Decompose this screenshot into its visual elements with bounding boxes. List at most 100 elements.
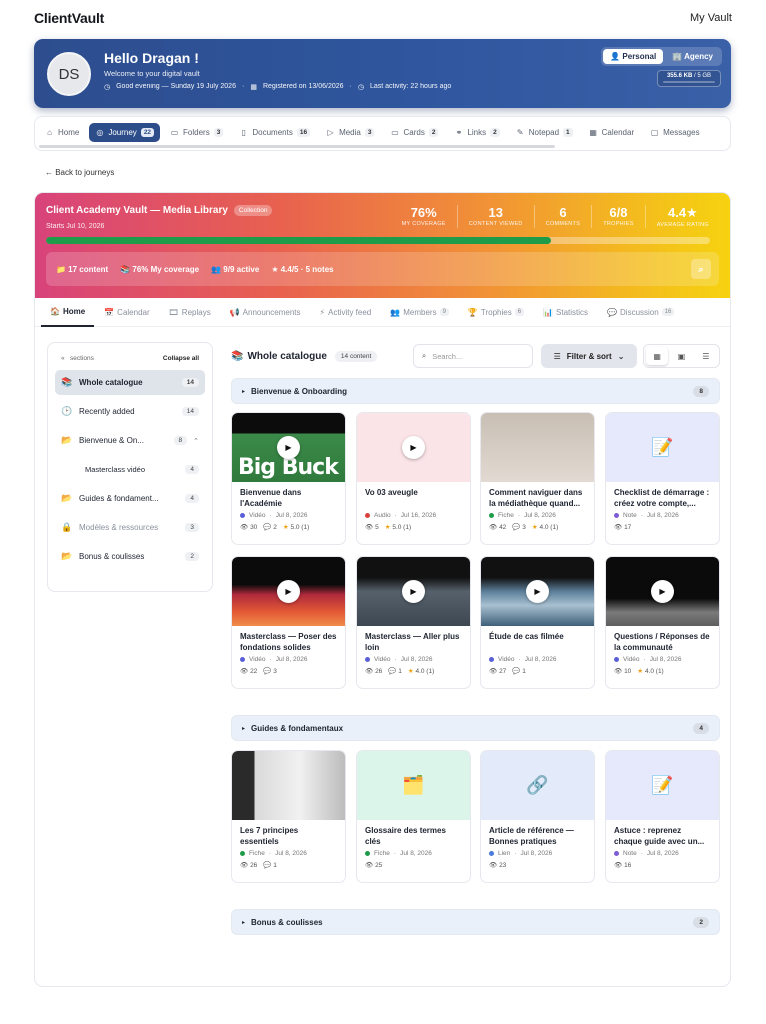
banner-search-button[interactable]: ⌕ — [691, 259, 711, 279]
activity-icon: ◷ — [357, 84, 364, 91]
card-meta: Note · Jul 8, 2026 — [606, 847, 719, 857]
chevron-icon: ▸ — [242, 919, 246, 926]
play-icon[interactable]: ▶ — [651, 580, 674, 603]
sidebar-item-guides-fondament[interactable]: 📂 Guides & fondament... 4 — [55, 486, 205, 511]
activity-feed-icon: ⚡ — [319, 307, 326, 317]
tab-notepad[interactable]: ✎ Notepad 1 — [510, 123, 579, 142]
comments-count: 💬 2 — [263, 523, 277, 531]
media-card[interactable]: 📝 Checklist de démarrage : créez votre co… — [605, 412, 720, 545]
grid-view-icon[interactable]: ▦ — [646, 347, 669, 365]
play-icon[interactable]: ▶ — [402, 436, 425, 459]
subtab-label: Replays — [181, 307, 211, 317]
tab-label: Calendar — [601, 127, 635, 137]
sidebar-item-modeles-ressources[interactable]: 🔒 Modèles & ressources 3 — [55, 515, 205, 540]
subtab-statistics[interactable]: 📊 Statistics — [534, 298, 597, 327]
calendar-icon: 📅 — [104, 307, 115, 317]
tab-documents[interactable]: ▯ Documents 16 — [233, 123, 316, 142]
brand-logo[interactable]: ClientVault — [34, 10, 104, 26]
subtab-announcements[interactable]: 📢 Announcements — [221, 298, 310, 327]
subtab-label: Members — [403, 307, 437, 317]
subtab-members[interactable]: 👥 Members 9 — [381, 298, 458, 327]
media-card[interactable]: ▶ Vo 03 aveugle Audio · Jul 16, 2026 👁 5 ★ 5.0… — [356, 412, 471, 545]
image-view-icon[interactable]: ▣ — [670, 347, 692, 365]
views-value: 10 — [624, 668, 632, 675]
tab-journey[interactable]: ◎ Journey 22 — [89, 122, 161, 142]
sidebar-item-recently-added[interactable]: 🕑 Recently added 14 — [55, 399, 205, 424]
collapse-all-button[interactable]: Collapse all — [163, 355, 199, 362]
play-icon[interactable]: ▶ — [402, 580, 425, 603]
media-card[interactable]: 📝 Astuce : reprenez chaque guide avec un.… — [605, 750, 720, 883]
sidebar-item-masterclass-video[interactable]: Masterclass vidéo 4 — [55, 457, 205, 482]
subtab-trophies[interactable]: 🏆 Trophies 6 — [459, 298, 533, 327]
sidebar-item-bienvenue-on[interactable]: 📂 Bienvenue & On... 8 ⌃ — [55, 428, 205, 453]
subtab-discussion[interactable]: 💬 Discussion 16 — [598, 298, 683, 327]
play-icon[interactable]: ▶ — [277, 580, 300, 603]
card-thumbnail: Big Buck ▶ — [232, 413, 345, 482]
list-view-icon[interactable]: ☰ — [695, 347, 717, 365]
subtab-activity-feed[interactable]: ⚡ Activity feed — [311, 298, 381, 327]
view-switcher: ▦ ▣ ☰ — [643, 344, 720, 368]
sidebar-item-whole-catalogue[interactable]: 📚 Whole catalogue 14 — [55, 370, 205, 395]
subtab-calendar[interactable]: 📅 Calendar — [95, 298, 158, 327]
media-card[interactable]: 🔗 Article de référence — Bonnes pratiques… — [480, 750, 595, 883]
tab-calendar[interactable]: ▦ Calendar — [583, 123, 640, 142]
card-meta: Vidéo · Jul 8, 2026 — [232, 653, 345, 663]
media-card[interactable]: ▶ Étude de cas filmée Vidéo · Jul 8, 2026 👁 2… — [480, 556, 595, 689]
stat-value: 6/8 — [609, 205, 628, 220]
media-card[interactable]: Comment naviguer dans la médiathèque qua… — [480, 412, 595, 545]
avatar[interactable]: DS — [47, 52, 91, 96]
views-count: 👁 30 — [240, 523, 257, 531]
play-icon[interactable]: ▶ — [277, 436, 300, 459]
media-card[interactable]: Big Buck ▶ Bienvenue dans l'Académie Vidéo ·… — [231, 412, 346, 545]
eye-icon: 👁 — [365, 668, 376, 675]
sidebar-item-bonus-coulisses[interactable]: 📂 Bonus & coulisses 2 — [55, 544, 205, 569]
eye-icon: 👁 — [365, 524, 376, 531]
sidebar-item-count: 14 — [181, 378, 199, 387]
comments-count: 💬 1 — [512, 667, 526, 675]
tab-folders[interactable]: ▭ Folders 3 — [164, 123, 229, 142]
card-type: Fiche — [498, 512, 514, 519]
card-stats: 👁 26 💬 1 — [232, 857, 345, 869]
card-title: Masterclass — Poser des fondations solid… — [240, 632, 337, 652]
tab-media[interactable]: ▷ Media 3 — [320, 123, 380, 142]
filter-sort-button[interactable]: ☰ Filter & sort ⌄ — [541, 344, 637, 368]
media-card[interactable]: ▶ Questions / Réponses de la communauté Vi… — [605, 556, 720, 689]
back-to-journeys-link[interactable]: ← Back to journeys — [45, 168, 114, 177]
card-date: Jul 8, 2026 — [649, 656, 682, 663]
tab-links[interactable]: ⚭ Links 2 — [448, 123, 505, 142]
tab-home[interactable]: ⌂ Home — [39, 123, 85, 142]
tabs-scrollbar[interactable] — [39, 145, 555, 148]
sidebar-item-label: Bonus & coulisses — [79, 552, 145, 561]
card-thumbnail: 📝 — [606, 413, 719, 482]
media-card[interactable]: ▶ Masterclass — Poser des fondations soli… — [231, 556, 346, 689]
media-card[interactable]: 🗂️ Glossaire des termes clés Fiche · Jul 8, … — [356, 750, 471, 883]
play-icon[interactable]: ▶ — [526, 580, 549, 603]
views-value: 42 — [499, 524, 507, 531]
comments-count: 💬 3 — [263, 667, 277, 675]
section-header-guides-fondamentaux[interactable]: ▸ Guides & fondamentaux 4 — [231, 715, 720, 741]
tab-messages[interactable]: ▢ Messages — [644, 123, 705, 142]
section-header-bonus-coulisses[interactable]: ▸ Bonus & coulisses 2 — [231, 909, 720, 935]
subtab-label: Calendar — [117, 307, 150, 317]
tab-cards[interactable]: ▭ Cards 2 — [384, 123, 444, 142]
eye-icon: 👁 — [240, 862, 251, 869]
comment-icon: 💬 — [388, 668, 399, 675]
media-card[interactable]: Les 7 principes essentiels Fiche · Jul 8, 2… — [231, 750, 346, 883]
announcements-icon: 📢 — [229, 307, 240, 317]
mode-agency-button[interactable]: 🏢 Agency — [665, 49, 720, 64]
card-title: Masterclass — Aller plus loin — [365, 632, 460, 652]
subtab-count: 6 — [514, 308, 525, 316]
meta-separator: · — [394, 656, 397, 663]
catalogue-search-input[interactable]: ⌕ Search... — [413, 344, 533, 368]
section-header-bienvenue-onboarding[interactable]: ▸ Bienvenue & Onboarding 8 — [231, 378, 720, 404]
card-type: Lien — [498, 850, 511, 857]
meta-separator: · — [517, 512, 521, 519]
media-card[interactable]: ▶ Masterclass — Aller plus loin Vidéo · Jul … — [356, 556, 471, 689]
my-vault-link[interactable]: My Vault — [690, 12, 732, 24]
chevron-up-icon[interactable]: ⌃ — [193, 437, 199, 445]
subtab-home[interactable]: 🏠 Home — [41, 298, 95, 327]
sections-header[interactable]: « sections — [61, 355, 94, 362]
subtab-replays[interactable]: 🎞 Replays — [160, 298, 220, 327]
card-type: Vidéo — [374, 656, 391, 663]
mode-personal-button[interactable]: 👤 Personal — [603, 49, 664, 64]
